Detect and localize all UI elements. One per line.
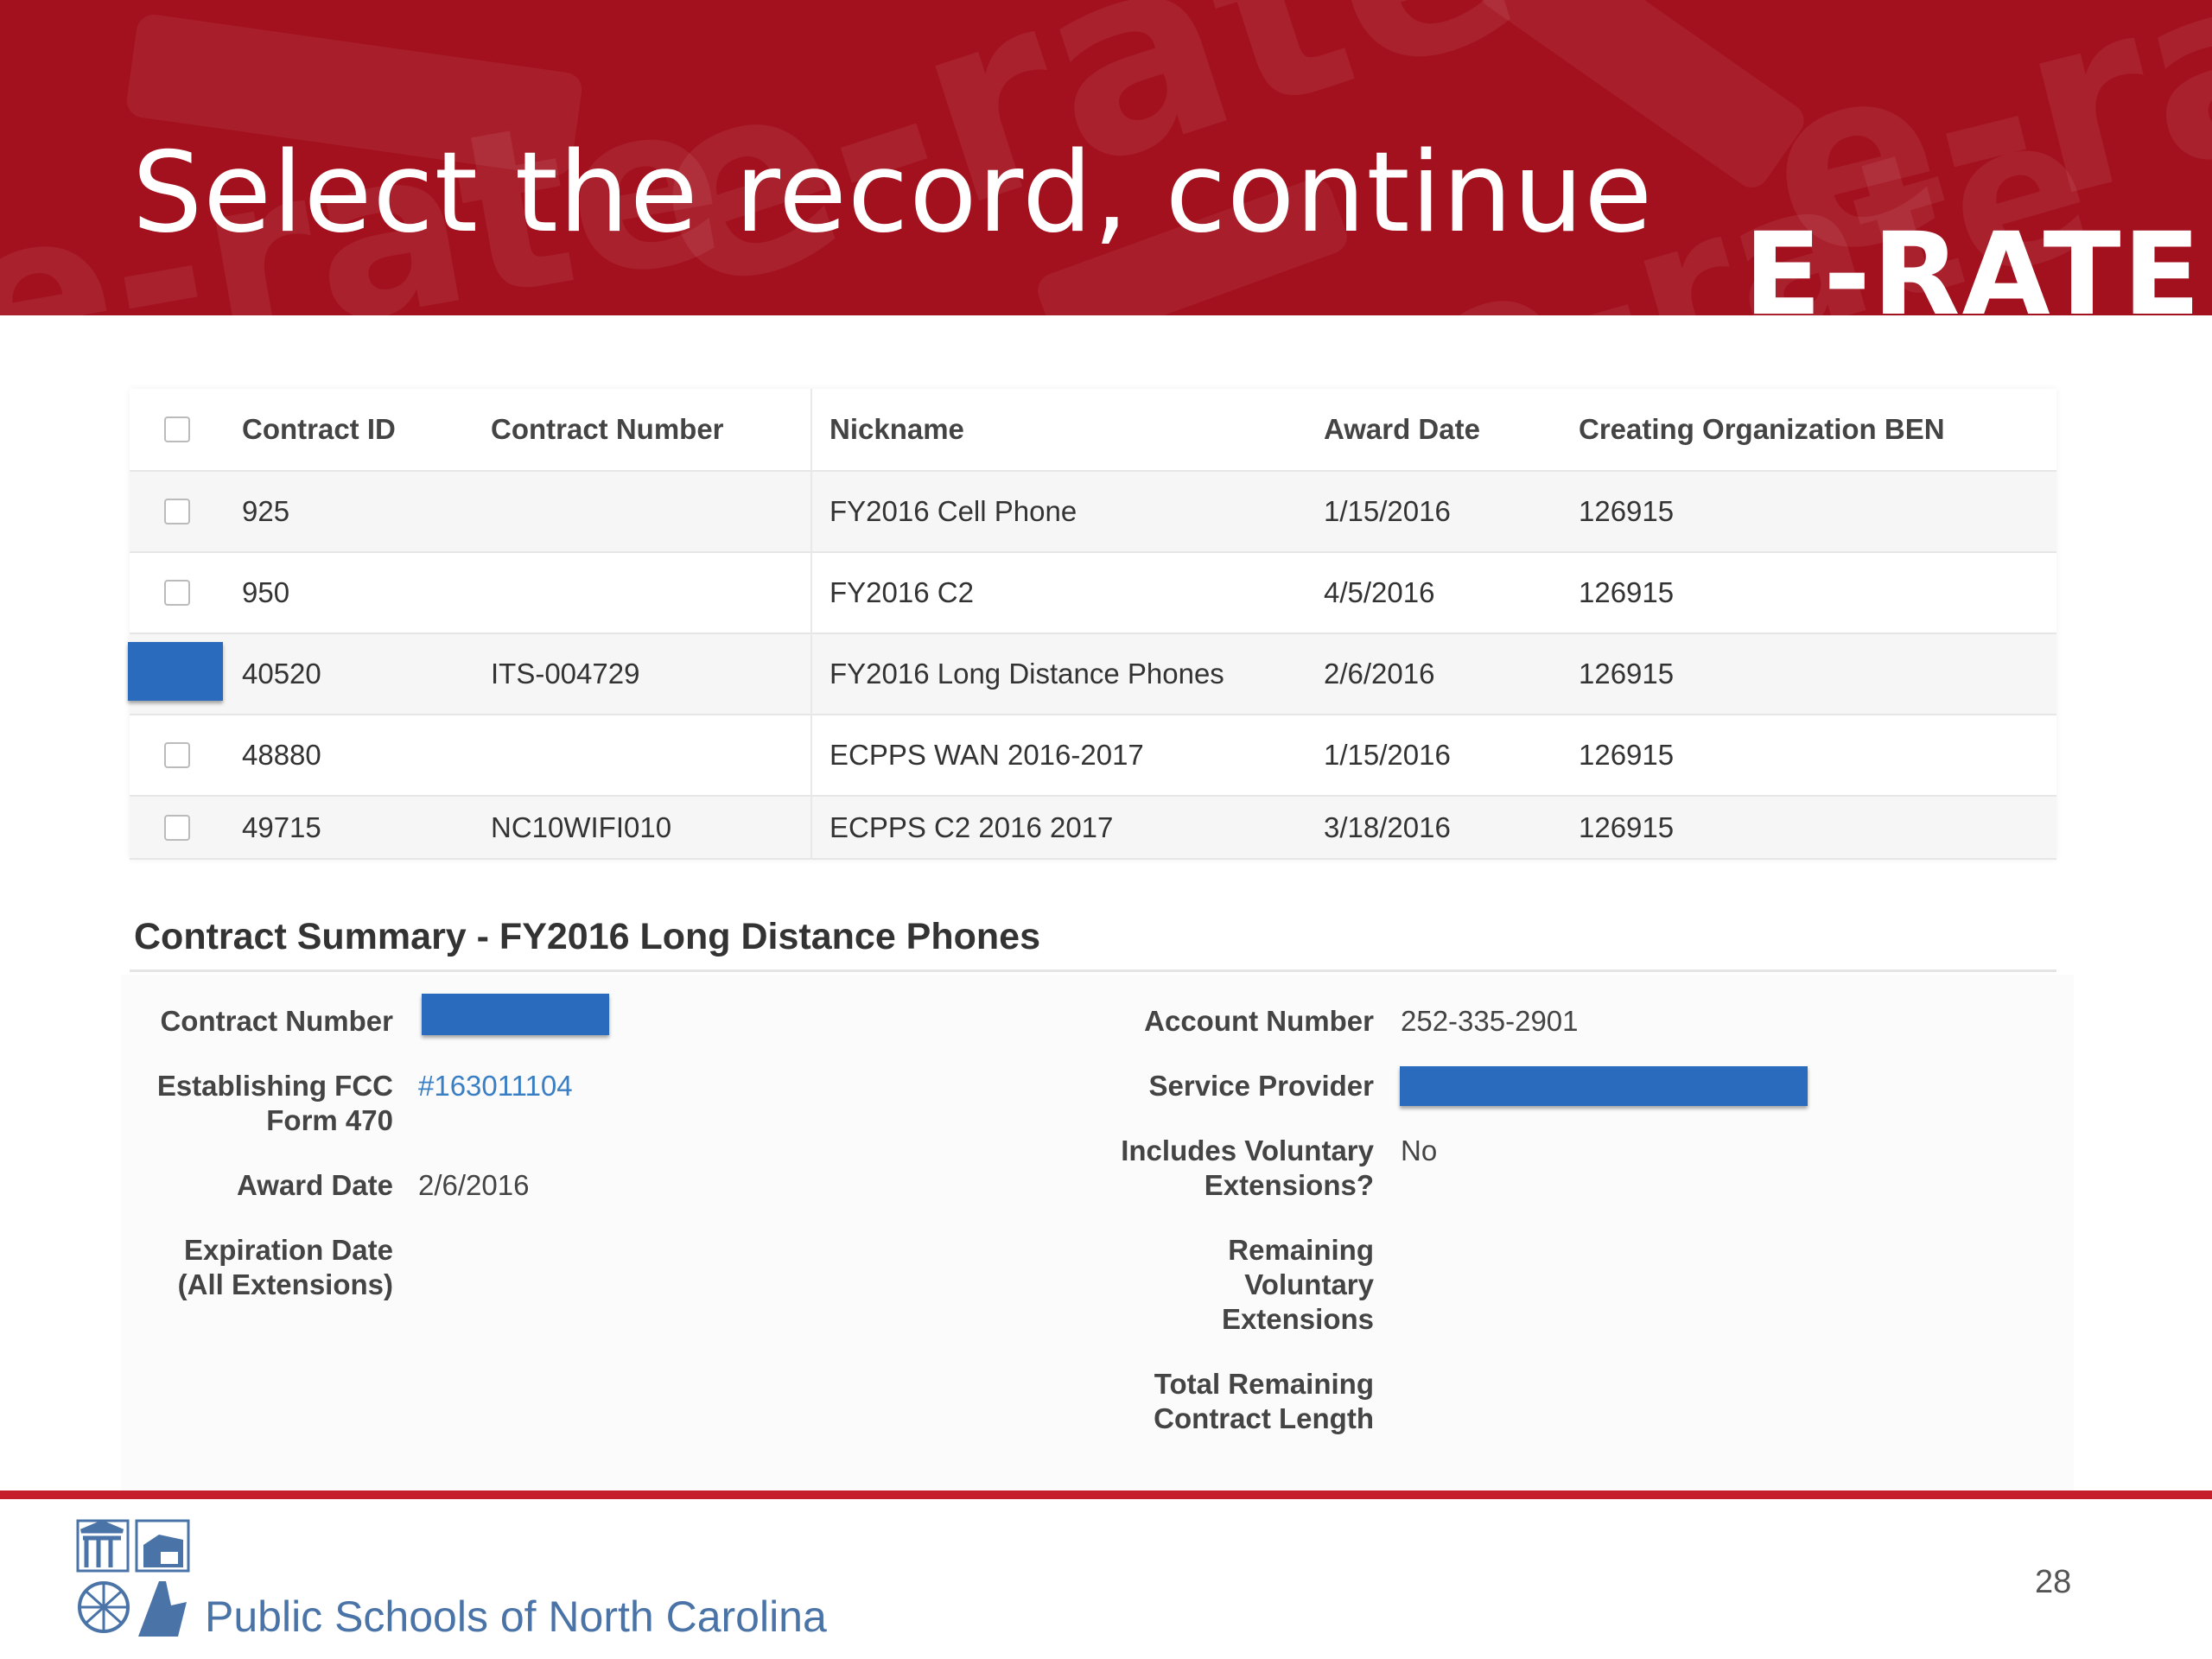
row-checkbox[interactable]: [164, 742, 190, 768]
table-row[interactable]: 950 FY2016 C2 4/5/2016 126915: [130, 553, 2056, 634]
header-award-date[interactable]: Award Date: [1324, 413, 1480, 446]
account-number-value: 252-335-2901: [1401, 1005, 1579, 1037]
cell-contract-number: ITS-004729: [491, 658, 640, 690]
cell-contract-id: 950: [242, 576, 290, 608]
label-award-date: Award Date: [237, 1169, 393, 1201]
label-line: Contract Length: [1154, 1402, 1374, 1434]
cell-nickname: ECPPS WAN 2016-2017: [830, 739, 1144, 771]
header-contract-id[interactable]: Contract ID: [242, 413, 396, 446]
cell-nickname: FY2016 Cell Phone: [830, 495, 1077, 527]
table-row[interactable]: 925 FY2016 Cell Phone 1/15/2016 126915: [130, 472, 2056, 553]
table-row[interactable]: 48880 ECPPS WAN 2016-2017 1/15/2016 1269…: [130, 715, 2056, 797]
label-account-number: Account Number: [1144, 1005, 1374, 1037]
label-line: Extensions: [1221, 1303, 1374, 1335]
label-remaining-extensions: Remaining Voluntary Extensions: [1020, 1233, 1374, 1337]
label-contract-number: Contract Number: [160, 1005, 393, 1037]
selected-row-checkbox-redaction[interactable]: [128, 642, 223, 701]
label-line: Expiration Date: [183, 1234, 393, 1266]
public-schools-logo-icon: [76, 1519, 190, 1637]
label-line: Establishing FCC: [156, 1070, 393, 1102]
cell-award-date: 1/15/2016: [1324, 739, 1451, 771]
column-divider: [810, 389, 812, 860]
cell-nickname: ECPPS C2 2016 2017: [830, 810, 1114, 843]
cell-ben: 126915: [1579, 495, 1675, 527]
label-line: (All Extensions): [177, 1268, 393, 1300]
header-ben[interactable]: Creating Organization BEN: [1579, 413, 1945, 446]
row-checkbox[interactable]: [164, 580, 190, 606]
summary-divider: [130, 969, 2056, 972]
label-service-provider: Service Provider: [1148, 1070, 1375, 1102]
table-row[interactable]: 49715 NC10WIFI010 ECPPS C2 2016 2017 3/1…: [130, 797, 2056, 860]
cell-ben: 126915: [1579, 739, 1675, 771]
cell-award-date: 4/5/2016: [1324, 576, 1435, 608]
row-checkbox[interactable]: [164, 814, 190, 841]
title-banner: e-rate e-rate e-rate e-rate Select the r…: [0, 0, 2212, 315]
header-nickname[interactable]: Nickname: [830, 413, 964, 446]
award-date-value: 2/6/2016: [418, 1169, 530, 1201]
label-line: Includes Voluntary: [1121, 1135, 1374, 1166]
contracts-table: Contract ID Contract Number Nickname Awa…: [130, 389, 2056, 860]
voluntary-extensions-value: No: [1401, 1135, 1438, 1166]
label-line: Extensions?: [1204, 1169, 1374, 1201]
table-header-row: Contract ID Contract Number Nickname Awa…: [130, 389, 2056, 472]
label-total-remaining: Total Remaining Contract Length: [1020, 1367, 1374, 1436]
label-line: Voluntary: [1244, 1268, 1374, 1300]
cell-award-date: 2/6/2016: [1324, 658, 1435, 690]
contract-summary-title: Contract Summary - FY2016 Long Distance …: [134, 916, 1040, 957]
cell-contract-id: 48880: [242, 739, 321, 771]
cell-ben: 126915: [1579, 576, 1675, 608]
cell-award-date: 1/15/2016: [1324, 495, 1451, 527]
erate-logo: E-RATE: [1744, 208, 2202, 315]
label-expiration-date: Expiration Date (All Extensions): [130, 1233, 393, 1302]
select-all-checkbox[interactable]: [164, 416, 190, 442]
table-row-selected[interactable]: 40520 ITS-004729 FY2016 Long Distance Ph…: [130, 634, 2056, 715]
cell-ben: 126915: [1579, 658, 1675, 690]
cell-contract-id: 49715: [242, 810, 321, 843]
service-provider-redaction: [1400, 1066, 1808, 1106]
contract-number-redaction: [422, 994, 609, 1035]
label-establishing-fcc: Establishing FCC Form 470: [130, 1069, 393, 1138]
cell-nickname: FY2016 Long Distance Phones: [830, 658, 1224, 690]
footer-rule: [0, 1491, 2212, 1499]
cell-contract-number: NC10WIFI010: [491, 810, 672, 843]
cell-contract-id: 40520: [242, 658, 321, 690]
header-contract-number[interactable]: Contract Number: [491, 413, 724, 446]
establishing-fcc-link[interactable]: #163011104: [418, 1069, 573, 1103]
cell-award-date: 3/18/2016: [1324, 810, 1451, 843]
cell-contract-id: 925: [242, 495, 290, 527]
page-number: 28: [2035, 1564, 2072, 1600]
label-line: Form 470: [266, 1104, 393, 1136]
cell-ben: 126915: [1579, 810, 1675, 843]
slide-title: Select the record, continue: [132, 129, 1654, 257]
label-line: Remaining: [1228, 1234, 1374, 1266]
label-line: Total Remaining: [1154, 1368, 1374, 1400]
cell-nickname: FY2016 C2: [830, 576, 974, 608]
row-checkbox[interactable]: [164, 499, 190, 524]
label-voluntary-extensions: Includes Voluntary Extensions?: [1020, 1134, 1374, 1203]
footer-org-name: Public Schools of North Carolina: [205, 1592, 827, 1641]
